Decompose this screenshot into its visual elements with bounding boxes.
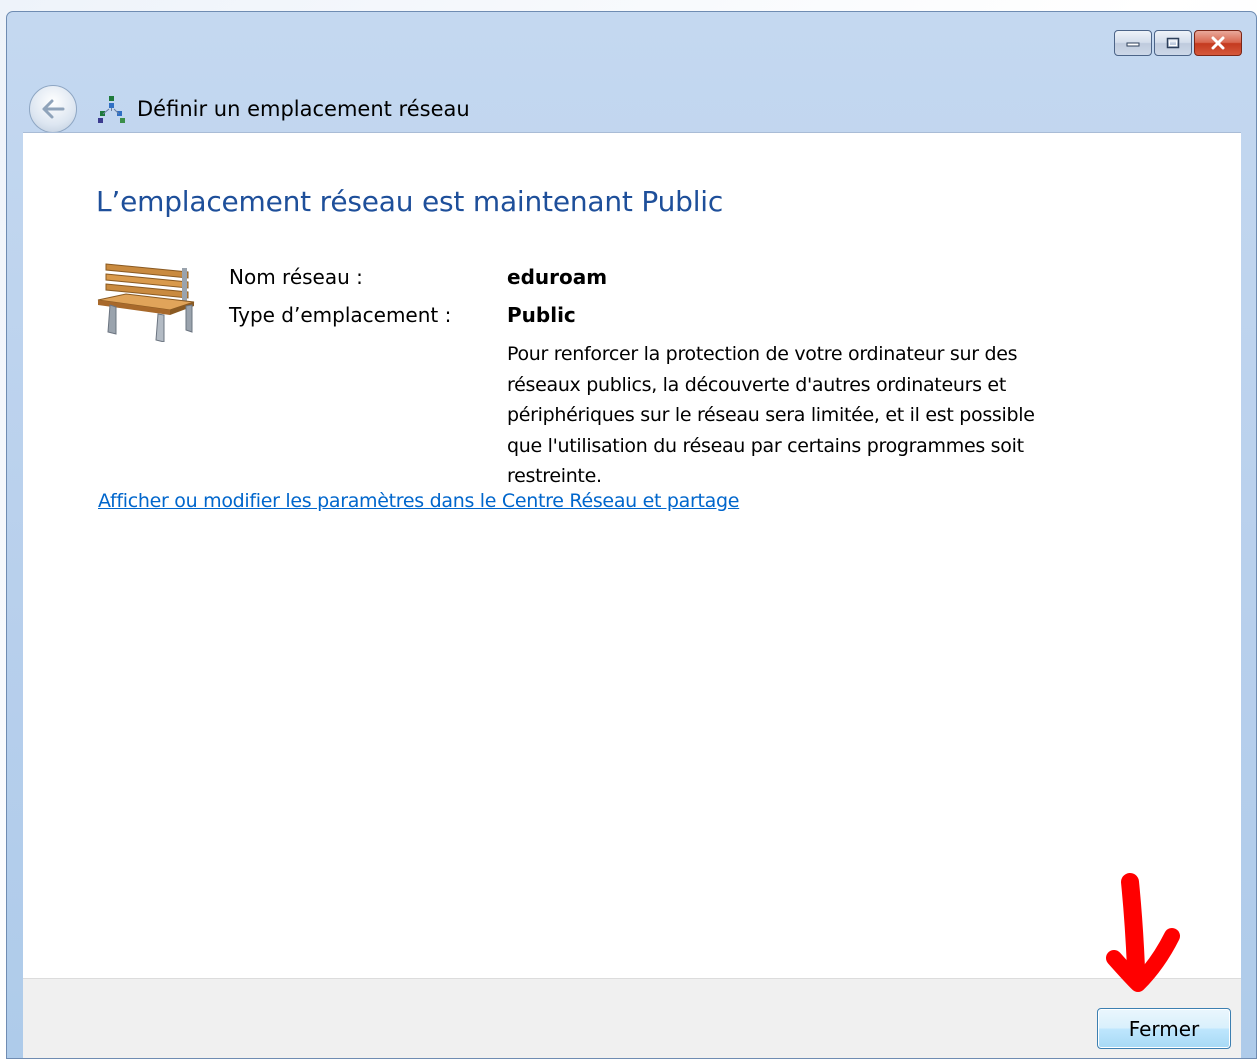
annotation-arrow-icon (1106, 873, 1180, 992)
page: Définir un emplacement réseau L’emplacem… (0, 0, 1257, 1059)
maximize-button[interactable] (1154, 30, 1192, 56)
close-icon (1211, 36, 1225, 50)
description-text: Pour renforcer la protection de votre or… (507, 339, 1107, 492)
minimize-icon (1126, 42, 1140, 47)
back-arrow-icon (42, 99, 65, 119)
minimize-button[interactable] (1114, 30, 1152, 56)
page-headline: L’emplacement réseau est maintenant Publ… (96, 185, 724, 218)
location-type-value: Public (507, 303, 576, 327)
network-name-value: eduroam (507, 265, 608, 289)
close-button[interactable]: Fermer (1097, 1008, 1231, 1049)
network-center-link[interactable]: Afficher ou modifier les paramètres dans… (98, 490, 739, 512)
close-window-button[interactable] (1194, 30, 1242, 56)
header: Définir un emplacement réseau (29, 84, 470, 134)
dialog-window: Définir un emplacement réseau L’emplacem… (6, 11, 1257, 1059)
network-icon (98, 96, 125, 123)
bench-icon (97, 263, 195, 342)
location-type-label: Type d’emplacement : (229, 303, 452, 327)
maximize-icon (1166, 37, 1180, 49)
description-line: périphériques sur le réseau sera limitée… (507, 404, 1035, 426)
back-button[interactable] (29, 85, 77, 133)
network-name-label: Nom réseau : (229, 265, 363, 289)
description-line: réseaux publics, la découverte d'autres … (507, 373, 1006, 396)
description-line: restreinte. (507, 465, 602, 487)
footer: Fermer (23, 978, 1241, 1058)
caption-buttons (1114, 30, 1242, 56)
description-line: que l'utilisation du réseau par certains… (507, 434, 1024, 457)
description-line: Pour renforcer la protection de votre or… (507, 343, 1018, 365)
content-area: L’emplacement réseau est maintenant Publ… (23, 132, 1241, 978)
window-title: Définir un emplacement réseau (137, 97, 470, 121)
